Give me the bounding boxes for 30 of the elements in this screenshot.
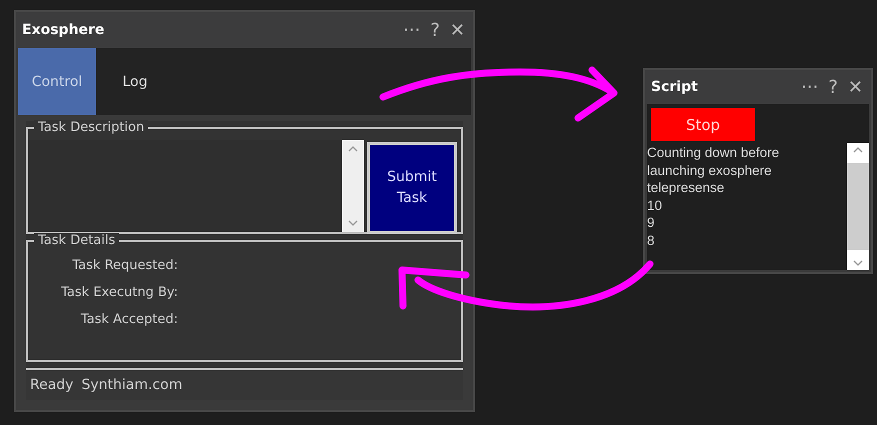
output-line: 8: [647, 232, 656, 249]
window-title: Script: [651, 79, 698, 95]
window-title: Exosphere: [22, 22, 104, 38]
field-label: Task Executng By:: [61, 285, 178, 300]
help-button[interactable]: ?: [428, 20, 442, 40]
more-button[interactable]: ···: [799, 76, 820, 98]
scrollbar[interactable]: [847, 143, 869, 270]
output-line: Counting down before: [647, 144, 780, 162]
field-label: Task Requested:: [72, 258, 178, 273]
chevron-down-icon[interactable]: [853, 260, 863, 266]
stop-button[interactable]: Stop: [651, 108, 755, 141]
close-button[interactable]: ✕: [448, 20, 467, 40]
output-line: 9: [647, 214, 656, 232]
status-text: Synthiam.com: [81, 377, 182, 393]
close-button[interactable]: ✕: [846, 76, 865, 98]
chevron-down-icon[interactable]: [348, 220, 358, 226]
group-legend: Task Description: [34, 120, 148, 135]
scrollbar[interactable]: [342, 140, 364, 232]
chevron-up-icon[interactable]: [348, 146, 358, 152]
output-line: launching exosphere: [647, 162, 773, 179]
more-button[interactable]: ···: [401, 20, 422, 40]
field-label: Task Accepted:: [80, 312, 178, 327]
chevron-up-icon[interactable]: [853, 147, 863, 153]
output-line: telepresense: [647, 179, 726, 196]
status-text: Ready: [30, 377, 74, 393]
tab[interactable]: Control: [18, 48, 96, 115]
submit-button[interactable]: Submit Task: [367, 142, 457, 234]
output-line: 10: [647, 196, 664, 214]
tab[interactable]: Log: [96, 48, 174, 115]
help-button[interactable]: ?: [826, 76, 840, 98]
